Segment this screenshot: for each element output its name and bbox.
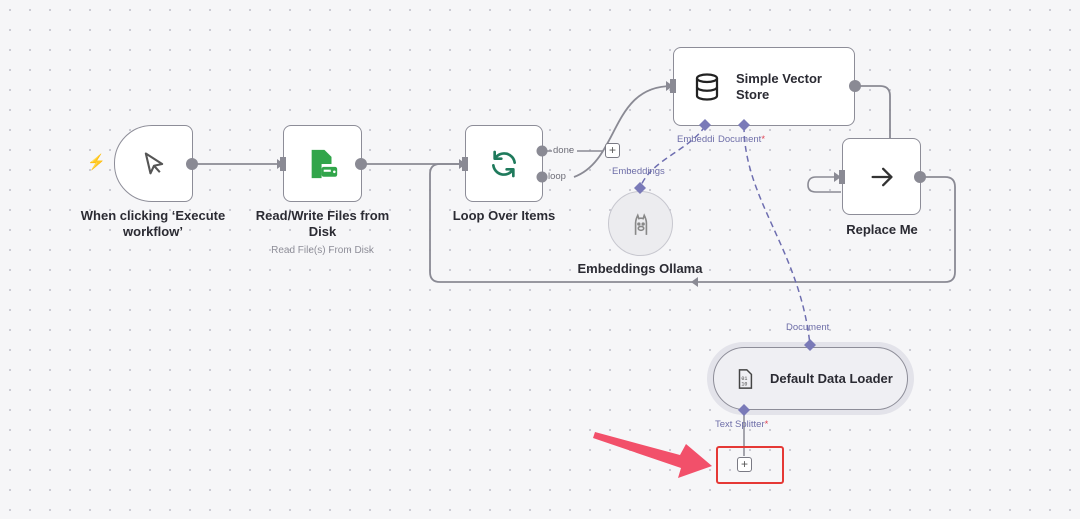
- ollama-icon: [634, 212, 647, 235]
- textsplitter-add-button[interactable]: +: [737, 457, 752, 472]
- vectorstore-label-line1: Simple Vector: [736, 70, 822, 86]
- vectorstore-port-embedding-label: Embeddi: [677, 134, 715, 145]
- readwrite-node-subtitle: Read File(s) From Disk: [271, 245, 374, 256]
- svg-text:10: 10: [741, 381, 747, 387]
- loop-node[interactable]: [465, 125, 543, 202]
- embeddings-port-label: Embeddings: [612, 166, 665, 177]
- binary-file-icon: 01 10: [738, 368, 753, 389]
- dataloader-node[interactable]: 01 10 Default Data Loader: [713, 347, 908, 410]
- arrow-right-icon: [871, 167, 892, 186]
- loop-output-done-label: done: [553, 145, 575, 156]
- loop-output-loop-label: loop: [548, 171, 566, 182]
- replaceme-node[interactable]: [842, 138, 921, 215]
- replaceme-node-label: Replace Me: [846, 222, 918, 237]
- loop-arrows-icon: [492, 150, 516, 177]
- trigger-lightning-icon: ⚡: [87, 154, 106, 171]
- required-mark: *: [761, 134, 766, 145]
- database-icon: [695, 72, 719, 101]
- dataloader-port-textsplitter-text: Text Splitter: [715, 419, 765, 430]
- connection-arrowhead: [666, 81, 673, 91]
- loop-node-label: Loop Over Items: [452, 208, 556, 223]
- connection-vectorstore-to-replaceme[interactable]: [855, 85, 891, 138]
- vectorstore-node[interactable]: Simple Vector Store: [673, 47, 855, 126]
- file-disk-icon: [311, 149, 337, 178]
- dataloader-node-label: Default Data Loader: [770, 371, 893, 386]
- dataloader-port-textsplitter-label: Text Splitter*: [715, 419, 768, 430]
- embeddings-node-label: Embeddings Ollama: [577, 261, 703, 276]
- embeddings-node[interactable]: [608, 191, 673, 256]
- cursor-icon: [144, 151, 163, 174]
- vectorstore-label-line2: Store: [736, 86, 770, 102]
- dataloader-port-document-label: Document: [786, 322, 830, 333]
- readwrite-node[interactable]: [283, 125, 362, 202]
- vectorstore-node-label: Simple Vector Store: [736, 71, 822, 103]
- readwrite-node-label: Read/Write Files from Disk: [255, 208, 390, 239]
- vectorstore-port-document-text: Document: [718, 134, 762, 145]
- trigger-node-label: When clicking ‘Execute workflow’: [80, 208, 226, 239]
- required-mark: *: [764, 419, 769, 430]
- connection-document-dashed[interactable]: [743, 125, 811, 346]
- connection-arrowhead: [691, 277, 698, 287]
- vectorstore-port-document-label: Document*: [718, 134, 765, 145]
- trigger-node[interactable]: [114, 125, 193, 202]
- connection-arrowhead: [834, 172, 841, 182]
- connection-loop-to-vectorstore[interactable]: [573, 85, 673, 178]
- done-add-button[interactable]: +: [605, 143, 620, 158]
- red-pointer-arrow: [593, 432, 712, 478]
- workflow-canvas[interactable]: [0, 0, 1080, 519]
